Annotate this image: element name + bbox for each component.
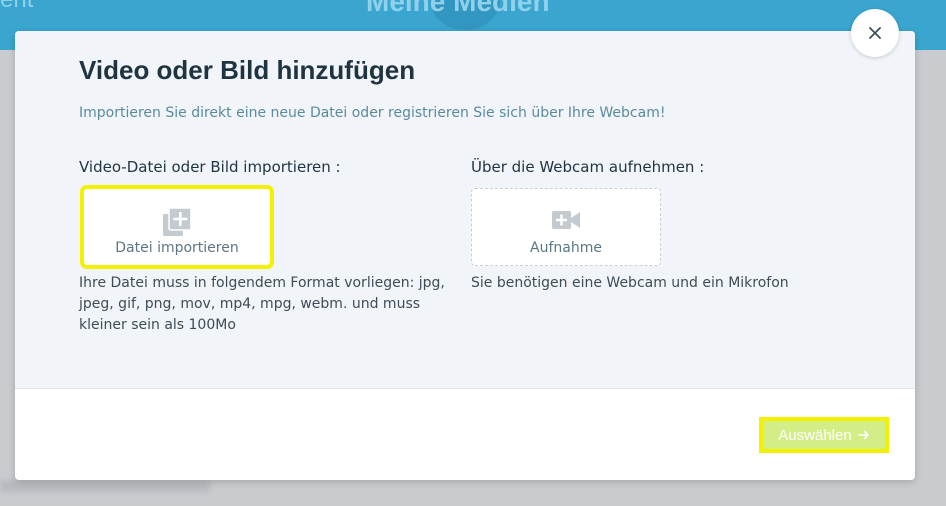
video-camera-icon	[472, 209, 660, 241]
dialog-subtitle: Importieren Sie direkt eine neue Datei o…	[79, 105, 666, 121]
import-format-help: Ihre Datei muss in folgendem Format vorl…	[79, 275, 445, 333]
background-header-left-text: ent	[0, 0, 33, 14]
import-file-label: Datei importieren	[115, 240, 239, 256]
background-panel-shadow	[0, 480, 210, 492]
webcam-requirement-help: Sie benötigen eine Webcam und ein Mikrof…	[471, 275, 789, 291]
dialog-title: Video oder Bild hinzufügen	[79, 55, 416, 85]
close-icon	[868, 26, 882, 40]
arrow-right-icon	[857, 429, 870, 441]
add-file-icon	[84, 206, 270, 238]
select-button-label: Auswählen	[778, 426, 852, 444]
add-media-dialog: Video oder Bild hinzufügen Importieren S…	[15, 31, 915, 480]
dialog-body: Video oder Bild hinzufügen Importieren S…	[15, 31, 915, 389]
background-page-title: Meine Medien	[366, 0, 550, 17]
close-dialog-button[interactable]	[851, 9, 899, 57]
webcam-record-button[interactable]: Aufnahme	[471, 188, 661, 266]
select-button[interactable]: Auswählen	[759, 417, 889, 453]
webcam-section-label: Über die Webcam aufnehmen :	[471, 158, 705, 176]
import-file-button[interactable]: Datei importieren	[80, 185, 274, 269]
import-section-label: Video-Datei oder Bild importieren :	[79, 158, 341, 176]
webcam-record-label: Aufnahme	[530, 240, 602, 256]
